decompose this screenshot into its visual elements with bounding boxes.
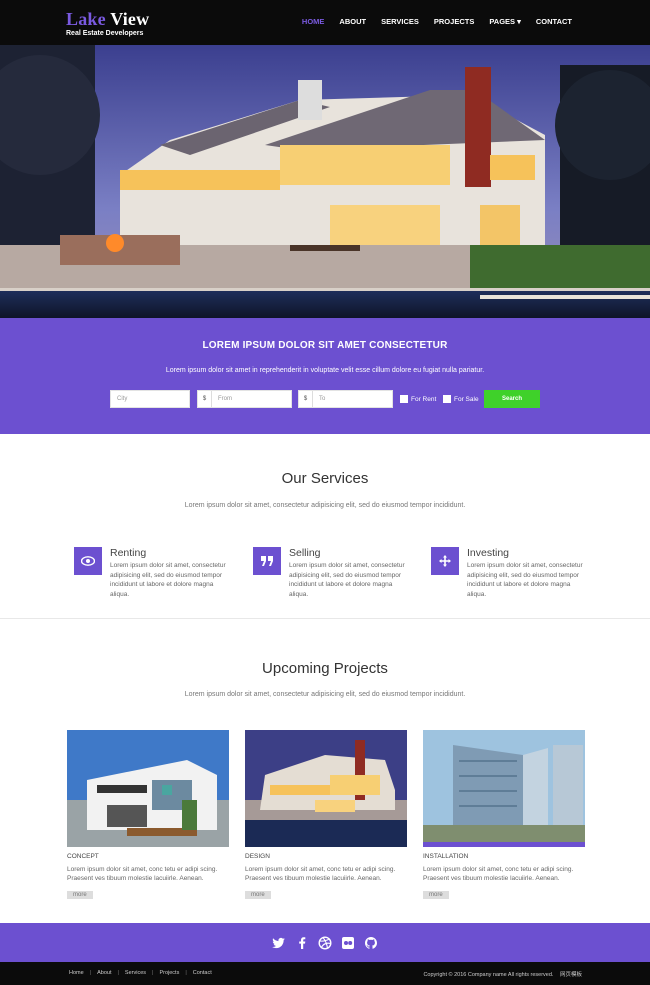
service-text: Lorem ipsum dolor sit amet, consectetur … [467, 562, 583, 598]
github-icon[interactable] [364, 936, 378, 950]
project-card-design: DESIGN Lorem ipsum dolor sit amet, conc … [245, 730, 407, 901]
checkbox-box[interactable] [443, 395, 451, 403]
project-text: Lorem ipsum dolor sit amet, conc tetu er… [67, 866, 218, 882]
logo[interactable]: Lake View Real Estate Developers [66, 10, 149, 37]
service-title: Selling [289, 547, 321, 559]
nav-about[interactable]: ABOUT [339, 17, 366, 26]
from-placeholder: From [218, 396, 232, 402]
currency-symbol: $ [299, 391, 313, 407]
hero-house-illustration [0, 45, 650, 318]
move-arrows-icon [431, 547, 459, 575]
project-image[interactable] [67, 730, 229, 847]
separator: | [117, 970, 119, 976]
dribbble-icon[interactable] [318, 936, 332, 950]
search-button[interactable]: Search [484, 390, 540, 408]
nav-services[interactable]: SERVICES [381, 17, 419, 26]
service-text: Lorem ipsum dolor sit amet, consectetur … [110, 562, 226, 598]
currency-symbol: $ [198, 391, 212, 407]
nav-projects[interactable]: PROJECTS [434, 17, 474, 26]
project-card-installation: INSTALLATION Lorem ipsum dolor sit amet,… [423, 730, 585, 901]
for-sale-checkbox[interactable]: For Sale [443, 395, 479, 403]
project-label: DESIGN [245, 853, 270, 860]
nav-contact[interactable]: CONTACT [536, 17, 572, 26]
project-text: Lorem ipsum dolor sit amet, conc tetu er… [245, 866, 396, 882]
project-text: Lorem ipsum dolor sit amet, conc tetu er… [423, 866, 574, 882]
for-rent-label: For Rent [411, 395, 437, 403]
bottom-footer: Home | About | Services | Projects | Con… [0, 962, 650, 985]
to-placeholder: To [319, 396, 326, 402]
more-button[interactable]: more [245, 891, 271, 899]
nav-pages-dropdown[interactable]: PAGES ▾ [489, 17, 521, 26]
footer-link-projects[interactable]: Projects [159, 970, 179, 976]
twitter-icon[interactable] [272, 936, 286, 950]
social-footer [0, 923, 650, 962]
for-rent-checkbox[interactable]: For Rent [400, 395, 436, 403]
services-subtitle: Lorem ipsum dolor sit amet, consectetur … [184, 502, 466, 509]
projects-subtitle: Lorem ipsum dolor sit amet, consectetur … [184, 691, 466, 698]
city-input[interactable]: City [110, 390, 190, 408]
checkbox-box[interactable] [400, 395, 408, 403]
facebook-icon[interactable] [295, 936, 309, 950]
separator: | [152, 970, 154, 976]
separator: | [89, 970, 92, 976]
service-title: Renting [110, 547, 147, 559]
more-button[interactable]: more [423, 891, 449, 899]
service-title: Investing [467, 547, 510, 559]
logo-name-part2: View [110, 9, 150, 29]
service-text: Lorem ipsum dolor sit amet, consectetur … [289, 562, 405, 598]
search-description: Lorem ipsum dolor sit amet in reprehende… [165, 367, 485, 374]
search-title: LOREM IPSUM DOLOR SIT AMET CONSECTETUR [202, 340, 448, 351]
services-title: Our Services [281, 470, 369, 487]
footer-links: Home | About | Services | Projects | Con… [69, 970, 212, 976]
footer-link-contact[interactable]: Contact [193, 970, 212, 976]
copyright-text: Copyright © 2016 Company name All rights… [423, 970, 582, 978]
project-image[interactable] [423, 730, 585, 847]
for-sale-label: For Sale [454, 395, 479, 403]
hero-image [0, 45, 650, 318]
city-placeholder: City [117, 396, 128, 402]
eye-icon [74, 547, 102, 575]
main-nav: HOME ABOUT SERVICES PROJECTS PAGES ▾ CON… [287, 17, 572, 26]
logo-name-part1: Lake [66, 9, 106, 29]
separator: | [185, 970, 187, 976]
copyright-line: Copyright © 2016 Company name All rights… [423, 972, 554, 978]
nav-home[interactable]: HOME [302, 17, 325, 26]
price-to-input[interactable]: $ To [298, 390, 393, 408]
more-button[interactable]: more [67, 891, 93, 899]
projects-title: Upcoming Projects [262, 660, 388, 677]
logo-title: Lake View [66, 10, 149, 28]
quote-icon [253, 547, 281, 575]
price-from-input[interactable]: $ From [197, 390, 292, 408]
logo-tagline: Real Estate Developers [66, 30, 144, 37]
flickr-icon[interactable] [341, 936, 355, 950]
footer-link-home[interactable]: Home [69, 970, 84, 976]
project-label: CONCEPT [67, 853, 99, 860]
site-header: Lake View Real Estate Developers HOME AB… [0, 0, 650, 45]
search-section: LOREM IPSUM DOLOR SIT AMET CONSECTETUR L… [0, 318, 650, 434]
project-card-concept: CONCEPT Lorem ipsum dolor sit amet, conc… [67, 730, 229, 901]
footer-link-services[interactable]: Services [125, 970, 146, 976]
project-image[interactable] [245, 730, 407, 847]
section-divider [0, 618, 650, 619]
project-label: INSTALLATION [423, 853, 469, 860]
footer-link-about[interactable]: About [97, 970, 111, 976]
template-badge[interactable]: 网页模板 [560, 972, 582, 978]
social-links [0, 936, 650, 950]
